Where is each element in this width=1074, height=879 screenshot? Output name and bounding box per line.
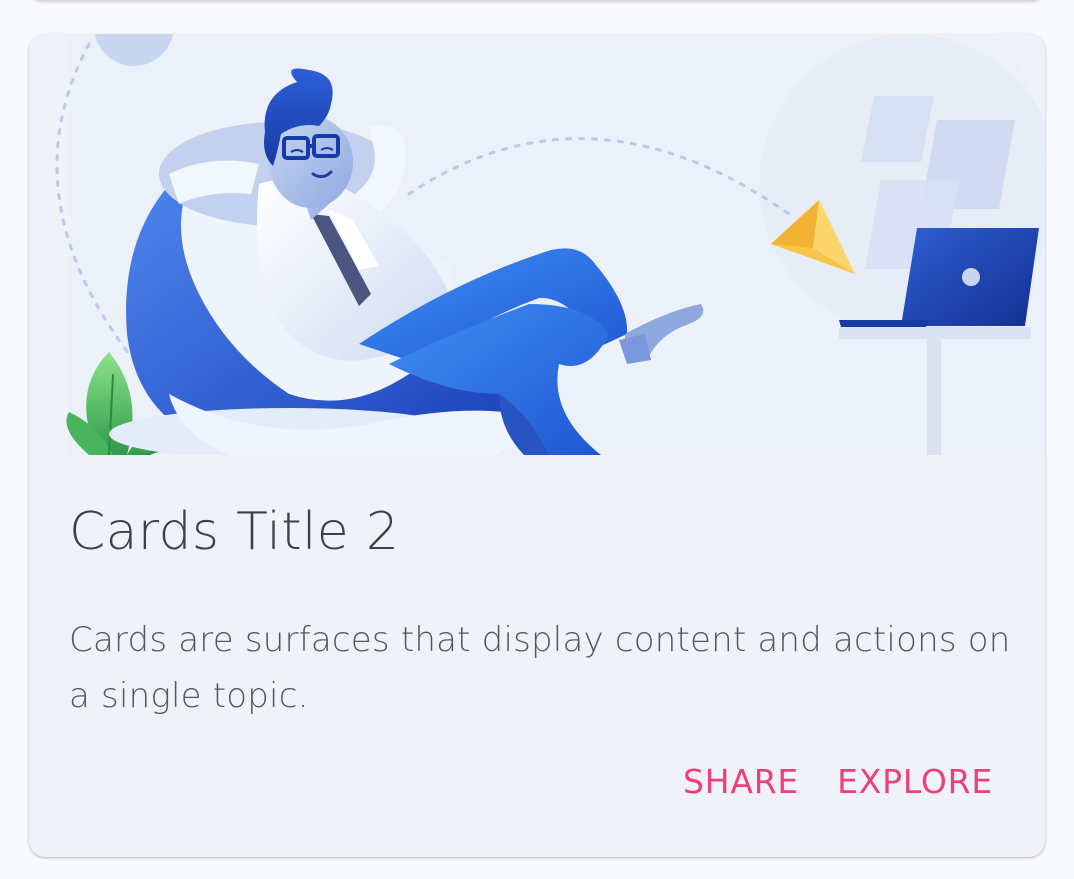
card-actions: SHARE EXPLORE: [683, 759, 993, 805]
card: Cards Title 2 Cards are surfaces that di…: [29, 34, 1045, 857]
explore-button[interactable]: EXPLORE: [837, 759, 993, 805]
card-media: [29, 34, 1045, 455]
card-title: Cards Title 2: [69, 502, 400, 562]
card-illustration: [55, 34, 1045, 455]
card-supporting-text: Cards are surfaces that display content …: [69, 620, 1011, 716]
share-button[interactable]: SHARE: [683, 759, 799, 805]
